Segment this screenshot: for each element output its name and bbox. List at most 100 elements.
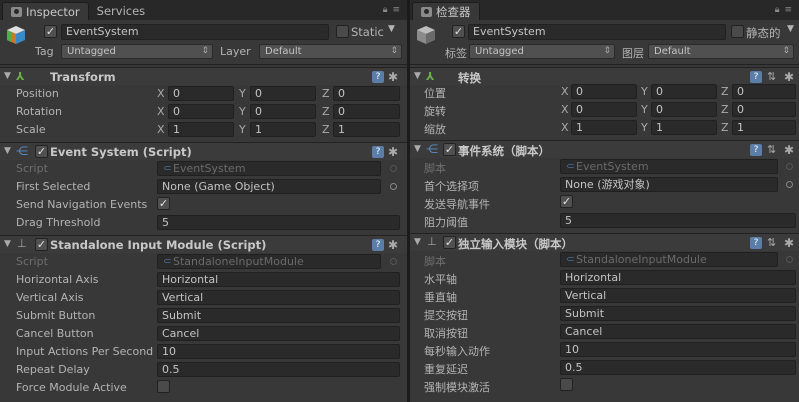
axis-y-label[interactable]: Y [641, 121, 648, 134]
tab-services[interactable]: Services [89, 2, 154, 20]
cancel-button-field[interactable]: Cancel [157, 326, 400, 341]
scale-z-field[interactable]: 1 [333, 122, 400, 137]
gear-icon[interactable]: ✱ [784, 70, 794, 84]
component-enabled-checkbox[interactable]: ✓ [35, 145, 48, 158]
foldout-arrow-icon[interactable]: ▼ [4, 71, 11, 81]
send-nav-checkbox[interactable]: ✓ [560, 195, 573, 208]
help-icon[interactable]: ? [750, 144, 762, 156]
force-module-checkbox[interactable] [157, 380, 170, 393]
preset-icon[interactable]: ⇅ [767, 143, 776, 156]
axis-x-label[interactable]: X [157, 105, 165, 118]
vertical-axis-field[interactable]: Vertical [157, 290, 400, 305]
rotation-x-field[interactable]: 0 [571, 102, 637, 117]
layer-dropdown[interactable]: Default [648, 44, 794, 59]
component-enabled-checkbox[interactable]: ✓ [443, 143, 456, 156]
first-selected-field[interactable]: None (Game Object) [157, 179, 381, 194]
help-icon[interactable]: ? [750, 71, 762, 83]
foldout-arrow-icon[interactable]: ▼ [414, 144, 421, 154]
layer-dropdown[interactable]: Default [259, 44, 402, 59]
transform-header[interactable]: ▼ ⅄ 转换 ? ⇅ ✱ [410, 67, 799, 85]
send-nav-checkbox[interactable]: ✓ [157, 197, 170, 210]
preset-icon[interactable]: ⇅ [767, 236, 776, 249]
static-checkbox[interactable] [731, 25, 744, 38]
horizontal-axis-field[interactable]: Horizontal [157, 272, 400, 287]
position-z-field[interactable]: 0 [333, 86, 400, 101]
tag-dropdown[interactable]: Untagged [61, 44, 213, 59]
gear-icon[interactable]: ✱ [388, 145, 398, 159]
drag-threshold-field[interactable]: 5 [157, 215, 400, 230]
axis-y-label[interactable]: Y [641, 103, 648, 116]
foldout-arrow-icon[interactable]: ▼ [4, 146, 11, 156]
position-y-field[interactable]: 0 [250, 86, 316, 101]
scale-y-field[interactable]: 1 [651, 120, 717, 135]
object-picker-icon[interactable] [390, 183, 397, 190]
tag-dropdown[interactable]: Untagged [469, 44, 615, 59]
position-x-field[interactable]: 0 [168, 86, 234, 101]
help-icon[interactable]: ? [372, 71, 384, 83]
axis-x-label[interactable]: X [561, 121, 569, 134]
help-icon[interactable]: ? [372, 239, 384, 251]
static-dropdown-icon[interactable]: ▼ [787, 24, 794, 34]
rotation-y-field[interactable]: 0 [250, 104, 316, 119]
position-x-field[interactable]: 0 [571, 84, 637, 99]
horizontal-axis-field[interactable]: Horizontal [560, 270, 796, 285]
axis-y-label[interactable]: Y [239, 123, 246, 136]
axis-z-label[interactable]: Z [322, 123, 330, 136]
active-checkbox[interactable]: ✓ [44, 25, 57, 38]
object-name-field[interactable]: EventSystem [61, 24, 329, 40]
axis-x-label[interactable]: X [157, 87, 165, 100]
static-dropdown-icon[interactable]: ▼ [388, 24, 395, 34]
foldout-arrow-icon[interactable]: ▼ [4, 239, 11, 249]
axis-z-label[interactable]: Z [721, 103, 729, 116]
axis-z-label[interactable]: Z [721, 121, 729, 134]
component-enabled-checkbox[interactable]: ✓ [443, 236, 456, 249]
submit-button-field[interactable]: Submit [560, 306, 796, 321]
foldout-arrow-icon[interactable]: ▼ [414, 71, 421, 81]
rotation-x-field[interactable]: 0 [168, 104, 234, 119]
object-name-field[interactable]: EventSystem [468, 24, 726, 40]
object-picker-icon[interactable] [786, 181, 793, 188]
lock-menu-icon[interactable]: 🔒︎ ≡ [383, 5, 401, 15]
foldout-arrow-icon[interactable]: ▼ [414, 237, 421, 247]
axis-z-label[interactable]: Z [721, 85, 729, 98]
cancel-button-field[interactable]: Cancel [560, 324, 796, 339]
axis-x-label[interactable]: X [561, 85, 569, 98]
component-enabled-checkbox[interactable]: ✓ [35, 238, 48, 251]
preset-icon[interactable]: ⇅ [767, 70, 776, 83]
gear-icon[interactable]: ✱ [388, 70, 398, 84]
help-icon[interactable]: ? [750, 237, 762, 249]
drag-threshold-field[interactable]: 5 [560, 213, 796, 228]
input-actions-field[interactable]: 10 [560, 342, 796, 357]
repeat-delay-field[interactable]: 0.5 [157, 362, 400, 377]
standalone-header[interactable]: ▼ ⊥ ✓ 独立输入模块（脚本） ? ⇅ ✱ [410, 233, 799, 251]
event-system-header[interactable]: ▼ ⋲ ✓ 事件系统（脚本） ? ⇅ ✱ [410, 140, 799, 158]
active-checkbox[interactable]: ✓ [452, 25, 465, 38]
axis-y-label[interactable]: Y [239, 105, 246, 118]
axis-z-label[interactable]: Z [322, 87, 330, 100]
input-actions-field[interactable]: 10 [157, 344, 400, 359]
axis-x-label[interactable]: X [561, 103, 569, 116]
position-y-field[interactable]: 0 [651, 84, 717, 99]
gear-icon[interactable]: ✱ [388, 238, 398, 252]
axis-y-label[interactable]: Y [239, 87, 246, 100]
axis-z-label[interactable]: Z [322, 105, 330, 118]
vertical-axis-field[interactable]: Vertical [560, 288, 796, 303]
event-system-header[interactable]: ▼ ⋲ ✓ Event System (Script) ? ✱ [0, 142, 407, 160]
help-icon[interactable]: ? [372, 146, 384, 158]
scale-x-field[interactable]: 1 [168, 122, 234, 137]
rotation-z-field[interactable]: 0 [732, 102, 796, 117]
scale-z-field[interactable]: 1 [732, 120, 796, 135]
tab-inspector[interactable]: 检查器 [412, 2, 480, 20]
standalone-header[interactable]: ▼ ⊥ ✓ Standalone Input Module (Script) ?… [0, 235, 407, 253]
scale-x-field[interactable]: 1 [571, 120, 637, 135]
rotation-y-field[interactable]: 0 [651, 102, 717, 117]
repeat-delay-field[interactable]: 0.5 [560, 360, 796, 375]
static-checkbox[interactable] [336, 25, 349, 38]
scale-y-field[interactable]: 1 [250, 122, 316, 137]
force-module-checkbox[interactable] [560, 378, 573, 391]
tab-inspector[interactable]: Inspector [2, 2, 89, 20]
transform-header[interactable]: ▼ ⅄ Transform ? ✱ [0, 67, 407, 85]
lock-menu-icon[interactable]: 🔒︎ ≡ [775, 5, 793, 15]
gear-icon[interactable]: ✱ [784, 236, 794, 250]
submit-button-field[interactable]: Submit [157, 308, 400, 323]
